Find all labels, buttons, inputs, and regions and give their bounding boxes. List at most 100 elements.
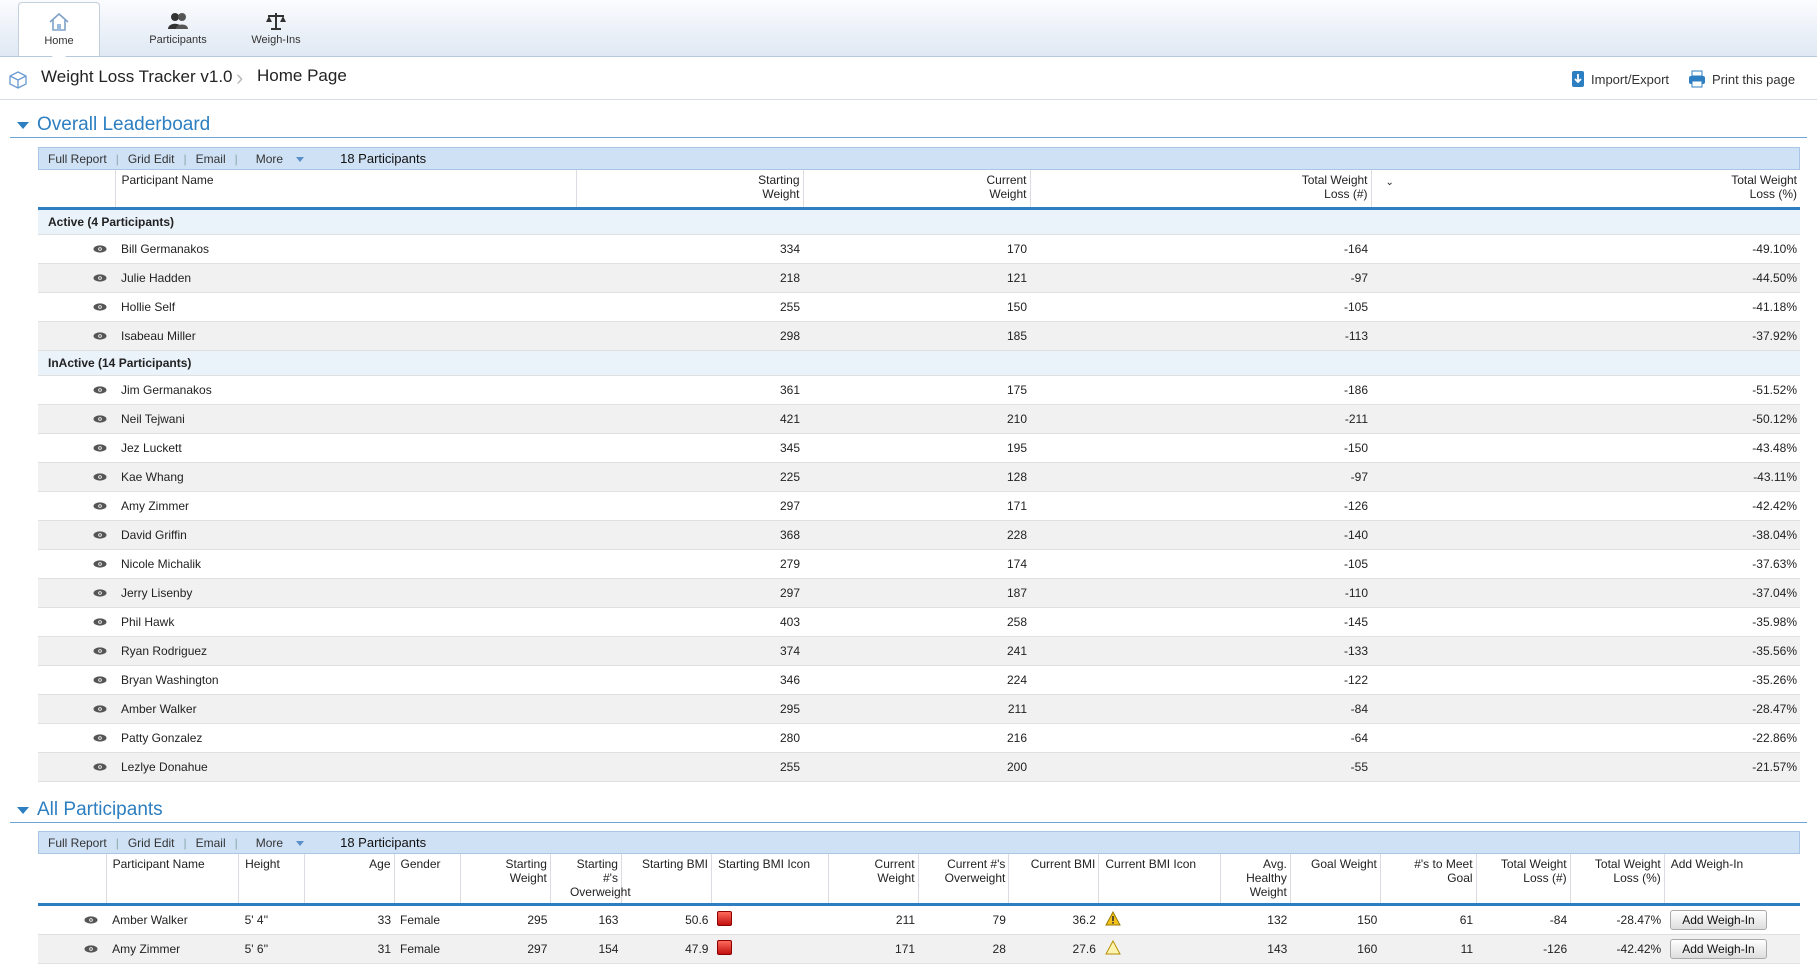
eye-icon[interactable] — [93, 414, 107, 423]
participant-name[interactable]: Amy Zimmer — [106, 934, 239, 964]
participant-name[interactable]: Bill Germanakos — [115, 234, 576, 264]
eye-icon[interactable] — [93, 244, 107, 253]
col-total-loss-num[interactable]: Total Weight Loss (#) — [1029, 170, 1371, 210]
col-gender[interactable]: Gender — [393, 854, 461, 906]
table-row[interactable]: Kae Whang 225 128 -97 -43.11% — [38, 462, 1800, 492]
eye-icon[interactable] — [93, 675, 107, 684]
col-to-meet-goal[interactable]: #'s to Meet Goal — [1379, 854, 1477, 906]
col-total-loss-pct[interactable]: Total Weight Loss (%) — [1569, 854, 1665, 906]
participant-name[interactable]: Jim Germanakos — [115, 375, 576, 405]
col-current-weight[interactable]: Current Weight — [827, 854, 919, 906]
table-row[interactable]: Neil Tejwani 421 210 -211 -50.12% — [38, 404, 1800, 434]
col-current-bmi[interactable]: Current BMI — [1008, 854, 1099, 906]
eye-icon[interactable] — [93, 559, 107, 568]
view-cell[interactable] — [38, 520, 115, 550]
view-cell[interactable] — [38, 462, 115, 492]
col-starting-overweight[interactable]: Starting #'s Overweight — [549, 854, 631, 906]
view-cell[interactable] — [38, 665, 115, 695]
col-total-loss-pct[interactable]: ⌄ Total Weight Loss (%) — [1370, 170, 1800, 210]
col-starting-bmi[interactable]: Starting BMI — [620, 854, 712, 906]
table-row[interactable]: Jerry Lisenby 297 187 -110 -37.04% — [38, 578, 1800, 608]
table-row[interactable]: Amy Zimmer 297 171 -126 -42.42% — [38, 491, 1800, 521]
table-row[interactable]: Ryan Rodriguez 374 241 -133 -35.56% — [38, 636, 1800, 666]
participant-name[interactable]: Phil Hawk — [115, 607, 576, 637]
view-cell[interactable] — [38, 292, 115, 322]
grid-edit-link[interactable]: Grid Edit — [119, 152, 184, 166]
participant-name[interactable]: Neil Tejwani — [115, 404, 576, 434]
participant-name[interactable]: Amy Zimmer — [115, 491, 576, 521]
full-report-link[interactable]: Full Report — [39, 152, 116, 166]
col-starting-weight[interactable]: Starting Weight — [575, 170, 803, 210]
nav-home[interactable]: Home — [18, 2, 100, 64]
table-row[interactable]: Amber Walker 295 211 -84 -28.47% — [38, 694, 1800, 724]
eye-icon[interactable] — [93, 273, 107, 282]
view-cell[interactable] — [38, 694, 115, 724]
col-current-weight[interactable]: Current Weight — [802, 170, 1030, 210]
add-weigh-in-button[interactable]: Add Weigh-In — [1670, 909, 1767, 930]
view-cell[interactable] — [38, 723, 115, 753]
col-current-bmi-icon[interactable]: Current BMI Icon — [1098, 854, 1221, 906]
col-avg-healthy-weight[interactable]: Avg. Healthy Weight — [1219, 854, 1291, 906]
view-cell[interactable] — [38, 263, 115, 293]
app-title[interactable]: Weight Loss Tracker v1.0 — [41, 67, 233, 87]
participant-name[interactable]: Nicole Michalik — [115, 549, 576, 579]
eye-icon[interactable] — [93, 385, 107, 394]
table-row[interactable]: Nicole Michalik 279 174 -105 -37.63% — [38, 549, 1800, 579]
eye-icon[interactable] — [93, 617, 107, 626]
view-cell[interactable] — [38, 549, 115, 579]
eye-icon[interactable] — [93, 762, 107, 771]
view-cell[interactable] — [38, 607, 115, 637]
participant-name[interactable]: Amber Walker — [115, 694, 576, 724]
view-cell[interactable] — [38, 752, 115, 782]
col-total-loss-num[interactable]: Total Weight Loss (#) — [1475, 854, 1571, 906]
participant-name[interactable]: Julie Hadden — [115, 263, 576, 293]
col-starting-weight[interactable]: Starting Weight — [459, 854, 551, 906]
table-row[interactable]: Lezlye Donahue 255 200 -55 -21.57% — [38, 752, 1800, 782]
col-add-weigh-in[interactable]: Add Weigh-In — [1663, 854, 1800, 906]
view-cell[interactable] — [38, 636, 115, 666]
participant-name[interactable]: Hollie Self — [115, 292, 576, 322]
table-row[interactable]: Jim Germanakos 361 175 -186 -51.52% — [38, 375, 1800, 405]
view-cell[interactable] — [38, 578, 115, 608]
view-cell[interactable] — [38, 433, 115, 463]
view-cell[interactable] — [38, 904, 107, 935]
group-header-row[interactable]: Active (4 Participants) — [38, 208, 1800, 235]
leaderboard-section-title[interactable]: Overall Leaderboard — [17, 114, 210, 136]
table-row[interactable]: Jez Luckett 345 195 -150 -43.48% — [38, 433, 1800, 463]
table-row[interactable]: Isabeau Miller 298 185 -113 -37.92% — [38, 321, 1800, 351]
col-starting-bmi-icon[interactable]: Starting BMI Icon — [710, 854, 829, 906]
eye-icon[interactable] — [93, 704, 107, 713]
full-report-link[interactable]: Full Report — [39, 836, 116, 850]
view-cell[interactable] — [38, 934, 107, 964]
participant-name[interactable]: Patty Gonzalez — [115, 723, 576, 753]
email-link[interactable]: Email — [187, 152, 235, 166]
email-link[interactable]: Email — [187, 836, 235, 850]
participant-name[interactable]: Jez Luckett — [115, 433, 576, 463]
all-participants-section-title[interactable]: All Participants — [17, 799, 163, 821]
col-height[interactable]: Height — [238, 854, 304, 906]
eye-icon[interactable] — [93, 443, 107, 452]
col-goal-weight[interactable]: Goal Weight — [1289, 854, 1381, 906]
eye-icon[interactable] — [84, 944, 98, 953]
participant-name[interactable]: Isabeau Miller — [115, 321, 576, 351]
table-row[interactable]: Julie Hadden 218 121 -97 -44.50% — [38, 263, 1800, 293]
eye-icon[interactable] — [93, 588, 107, 597]
participant-name[interactable]: Amber Walker — [106, 904, 239, 935]
table-row[interactable]: Amber Walker 5' 4'' 33 Female 295 163 50.6 211 7… — [38, 904, 1800, 935]
eye-icon[interactable] — [93, 472, 107, 481]
import-export-link[interactable]: Import/Export — [1571, 70, 1669, 88]
sort-desc-icon[interactable]: ⌄ — [1386, 176, 1394, 190]
participant-name[interactable]: Ryan Rodriguez — [115, 636, 576, 666]
table-row[interactable]: Amy Zimmer 5' 6'' 31 Female 297 154 47.9 171 28 2… — [38, 934, 1800, 964]
view-cell[interactable] — [38, 491, 115, 521]
add-weigh-in-button[interactable]: Add Weigh-In — [1670, 938, 1767, 959]
col-participant-name[interactable]: Participant Name — [114, 170, 576, 210]
table-row[interactable]: David Griffin 368 228 -140 -38.04% — [38, 520, 1800, 550]
view-cell[interactable] — [38, 404, 115, 434]
view-cell[interactable] — [38, 375, 115, 405]
eye-icon[interactable] — [93, 646, 107, 655]
participant-name[interactable]: David Griffin — [115, 520, 576, 550]
col-participant-name[interactable]: Participant Name — [105, 854, 239, 906]
nav-participants[interactable]: Participants — [138, 2, 218, 54]
more-dropdown[interactable]: More — [238, 836, 313, 850]
